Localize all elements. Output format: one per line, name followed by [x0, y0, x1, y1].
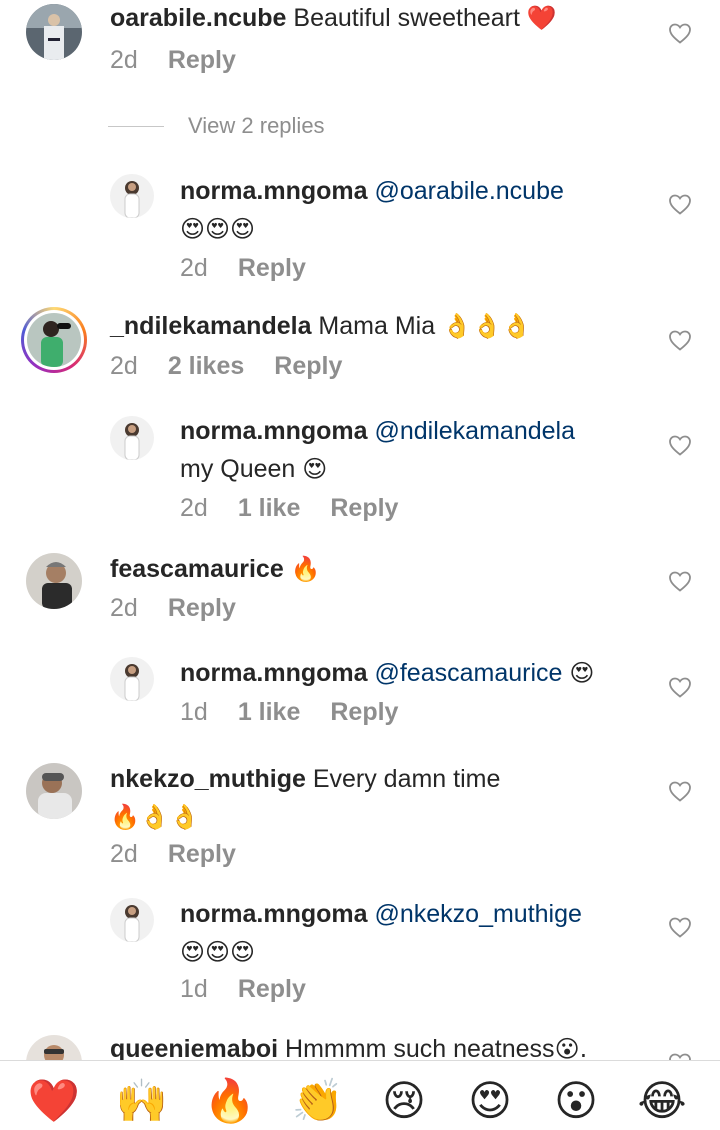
comment-meta: 2d 2 likes Reply — [110, 352, 342, 381]
heart-icon[interactable] — [668, 329, 692, 351]
heart-eyes-emoji-button[interactable]: 😍 — [458, 1073, 522, 1129]
comment-emoji: 😍😍😍 — [180, 215, 256, 243]
comment-username[interactable]: norma.mngoma — [180, 900, 368, 928]
avatar[interactable] — [26, 553, 82, 609]
clapping-hands-emoji-button[interactable]: 👏 — [286, 1073, 350, 1129]
comment-body — [284, 555, 291, 583]
likes-count[interactable]: 2 likes — [168, 352, 244, 381]
mention-link[interactable]: @feascamaurice — [374, 659, 562, 687]
comment-username[interactable]: norma.mngoma — [180, 417, 368, 445]
tears-of-joy-emoji-button[interactable]: 😂 — [630, 1073, 694, 1129]
comment-text: queeniemaboi Hmmmm such neatness😮. — [110, 1030, 650, 1060]
comment-meta: 1d 1 like Reply — [180, 698, 398, 727]
avatar[interactable] — [110, 898, 154, 942]
comment-body: my Queen — [180, 455, 303, 483]
reply-text: norma.mngoma @ndilekamandela my Queen 😍 — [180, 412, 650, 488]
comment-meta: 2d Reply — [110, 46, 236, 75]
reply-button[interactable]: Reply — [238, 975, 306, 1004]
comment-body: Every damn time — [305, 765, 501, 793]
avatar[interactable] — [26, 763, 82, 819]
comment-emoji: 😍 — [569, 659, 595, 687]
heart-emoji-button[interactable]: ❤️ — [22, 1073, 86, 1129]
instagram-comments-screen: oarabile.ncube Beautiful sweetheart ❤️ 2… — [0, 0, 720, 1130]
avatar[interactable] — [110, 416, 154, 460]
divider-line — [108, 125, 164, 127]
reply-button[interactable]: Reply — [330, 494, 398, 523]
mention-link[interactable]: @ndilekamandela — [374, 417, 575, 445]
reply-button[interactable]: Reply — [238, 254, 306, 283]
heart-icon[interactable] — [668, 193, 692, 215]
comment-time: 1d — [180, 698, 208, 726]
comment-username[interactable]: queeniemaboi — [110, 1035, 278, 1060]
comment-emoji: 🔥 — [290, 555, 321, 583]
comment-text: oarabile.ncube Beautiful sweetheart ❤️ — [110, 0, 650, 37]
view-replies-label: View 2 replies — [188, 113, 325, 138]
reply-button[interactable]: Reply — [168, 594, 236, 623]
reply-text: norma.mngoma @oarabile.ncube 😍😍😍 — [180, 172, 650, 248]
comment-time: 2d — [110, 594, 138, 622]
mention-link[interactable]: @oarabile.ncube — [374, 177, 563, 205]
comment-emoji: 👌👌👌 — [442, 312, 532, 340]
comment-time: 1d — [180, 975, 208, 1003]
avatar — [27, 313, 81, 367]
comment-emoji: 😍 — [302, 455, 328, 483]
heart-icon[interactable] — [668, 434, 692, 456]
heart-icon[interactable] — [668, 916, 692, 938]
comment-time: 2d — [110, 352, 138, 380]
heart-icon[interactable] — [668, 1052, 692, 1060]
quick-reactions-bar: ❤️ 🙌 🔥 👏 😢 😍 😮 😂 — [0, 1060, 720, 1130]
fire-emoji-button[interactable]: 🔥 — [198, 1073, 262, 1129]
comment-emoji: ❤️ — [526, 4, 557, 32]
view-replies-button[interactable]: View 2 replies — [108, 113, 325, 139]
heart-icon[interactable] — [668, 22, 692, 44]
comment-meta: 1d Reply — [180, 975, 306, 1004]
comment-body: Hmmmm such neatness — [278, 1035, 555, 1060]
comment-text: _ndilekamandela Mama Mia 👌👌👌 — [110, 307, 650, 345]
comment-emoji: 😮. — [554, 1035, 588, 1060]
comment-username[interactable]: nkekzo_muthige — [110, 765, 306, 793]
reply-text: norma.mngoma @nkekzo_muthige 😍😍😍 — [180, 895, 650, 971]
raising-hands-emoji-button[interactable]: 🙌 — [110, 1073, 174, 1129]
comment-username[interactable]: norma.mngoma — [180, 659, 368, 687]
comment-meta: 2d 1 like Reply — [180, 494, 398, 523]
heart-icon[interactable] — [668, 780, 692, 802]
comment-text: feascamaurice 🔥 — [110, 550, 650, 588]
likes-count[interactable]: 1 like — [238, 698, 301, 727]
likes-count[interactable]: 1 like — [238, 494, 301, 523]
heart-icon[interactable] — [668, 570, 692, 592]
comment-emoji: 🔥👌👌 — [110, 803, 200, 831]
comment-time: 2d — [180, 254, 208, 282]
reply-button[interactable]: Reply — [168, 840, 236, 869]
avatar[interactable] — [26, 1035, 82, 1060]
comment-meta: 2d Reply — [110, 594, 236, 623]
comment-time: 2d — [110, 46, 138, 74]
comment-text: nkekzo_muthige Every damn time 🔥👌👌 — [110, 760, 650, 836]
avatar[interactable] — [110, 174, 154, 218]
comment-meta: 2d Reply — [180, 254, 306, 283]
comment-body: Beautiful sweetheart — [286, 4, 527, 32]
comment-body: Mama Mia — [311, 312, 443, 340]
avatar-story-ring[interactable] — [21, 307, 87, 373]
avatar[interactable] — [26, 4, 82, 60]
surprised-face-emoji-button[interactable]: 😮 — [544, 1073, 608, 1129]
mention-link[interactable]: @nkekzo_muthige — [374, 900, 581, 928]
reply-button[interactable]: Reply — [168, 46, 236, 75]
comments-list[interactable]: oarabile.ncube Beautiful sweetheart ❤️ 2… — [0, 0, 720, 1060]
reply-text: norma.mngoma @feascamaurice 😍 — [180, 654, 650, 692]
comment-username[interactable]: _ndilekamandela — [110, 312, 311, 340]
avatar[interactable] — [110, 657, 154, 701]
comment-username[interactable]: oarabile.ncube — [110, 4, 286, 32]
comment-username[interactable]: norma.mngoma — [180, 177, 368, 205]
heart-icon[interactable] — [668, 676, 692, 698]
reply-button[interactable]: Reply — [330, 698, 398, 727]
comment-time: 2d — [180, 494, 208, 522]
comment-meta: 2d Reply — [110, 840, 236, 869]
comment-emoji: 😍😍😍 — [180, 938, 256, 966]
reply-button[interactable]: Reply — [274, 352, 342, 381]
comment-time: 2d — [110, 840, 138, 868]
crying-face-emoji-button[interactable]: 😢 — [372, 1073, 436, 1129]
comment-username[interactable]: feascamaurice — [110, 555, 284, 583]
